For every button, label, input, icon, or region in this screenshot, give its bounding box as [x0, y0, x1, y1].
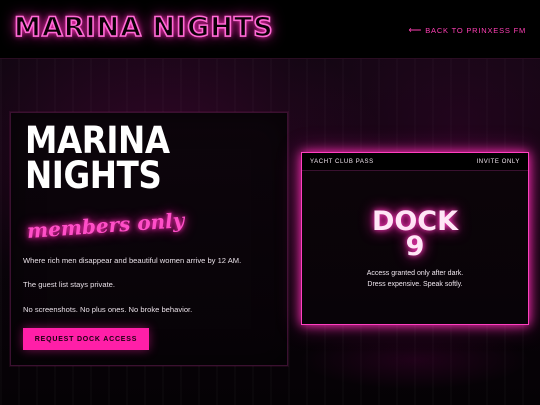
- intro-paragraph-3: No screenshots. No plus ones. No broke b…: [23, 305, 193, 314]
- yacht-club-pass-card: YACHT CLUB PASS INVITE ONLY DOCK 9 Acces…: [301, 152, 529, 325]
- pass-note-2: Dress expensive. Speak softly.: [367, 281, 463, 288]
- pass-status-badge: INVITE ONLY: [476, 159, 520, 165]
- arrow-left-icon: ⟵: [408, 25, 423, 35]
- request-dock-access-button[interactable]: REQUEST DOCK ACCESS: [23, 328, 149, 350]
- hero-title: MARINA NIGHTS: [25, 119, 170, 197]
- back-to-prinxess-link[interactable]: ⟵ BACK TO PRINXESS FM: [409, 25, 526, 36]
- intro-paragraph-2: The guest list stays private.: [23, 280, 116, 289]
- floor-glow: [300, 330, 530, 390]
- pass-header: YACHT CLUB PASS INVITE ONLY: [302, 153, 528, 171]
- neon-members-only: members only: [26, 208, 186, 243]
- intro-card: MARINA NIGHTS members only Where rich me…: [10, 112, 288, 366]
- pass-label: YACHT CLUB PASS: [310, 159, 374, 165]
- site-header: MARINA NIGHTS ⟵ BACK TO PRINXESS FM: [0, 0, 540, 59]
- pass-note-1: Access granted only after dark.: [366, 270, 464, 277]
- back-link-label: BACK TO PRINXESS FM: [425, 26, 526, 35]
- site-logo[interactable]: MARINA NIGHTS: [13, 11, 274, 44]
- intro-paragraph-1: Where rich men disappear and beautiful w…: [23, 256, 242, 265]
- dock-number: DOCK 9: [371, 206, 459, 262]
